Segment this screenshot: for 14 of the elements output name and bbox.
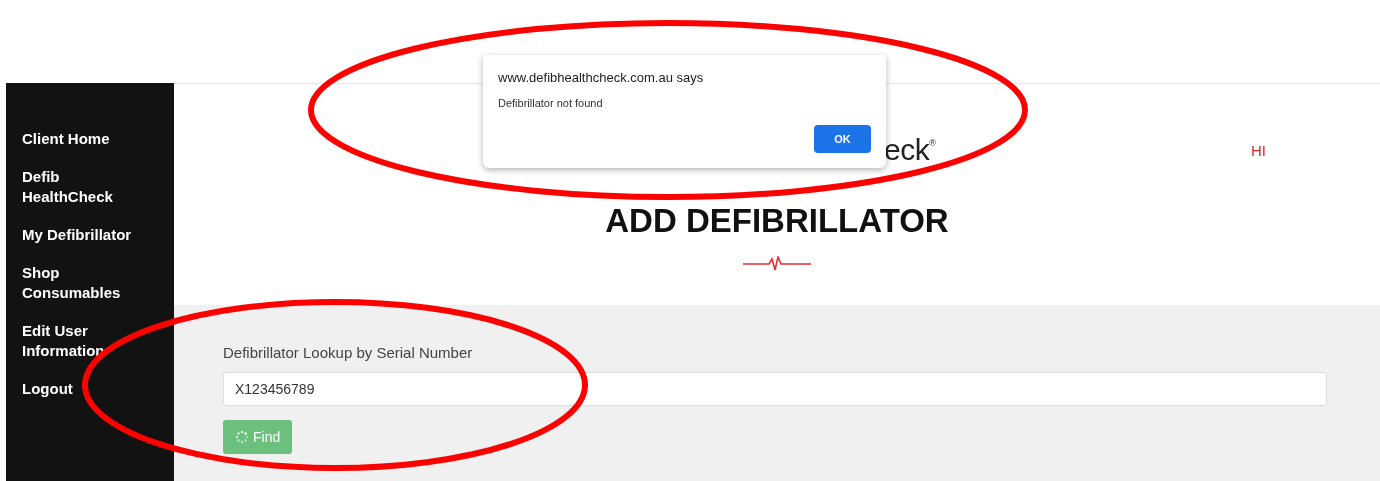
sidebar-link[interactable]: Client Home [22,129,110,149]
logo-text: eck$^{®}$ [884,133,936,167]
ok-button[interactable]: OK [814,125,871,153]
greeting-text: HI [1251,141,1266,159]
dialog-title: www.defibhealthcheck.com.au says [498,70,705,85]
serial-number-field[interactable]: X123456789 [223,372,1327,406]
page-title: ADD DEFIBRILLATOR [605,202,949,240]
sidebar-link[interactable]: Logout [22,379,73,399]
sidebar-link[interactable]: Defib HealthCheck [22,167,113,207]
sidebar-link[interactable]: Shop Consumables [22,263,121,303]
sidebar-link[interactable]: Edit User Information [22,321,105,361]
field-label: Defibrillator Lookup by Serial Number [223,344,473,361]
sidebar-link[interactable]: My Defibrillator [22,225,132,245]
dialog-message: Defibrillator not found [498,97,604,109]
